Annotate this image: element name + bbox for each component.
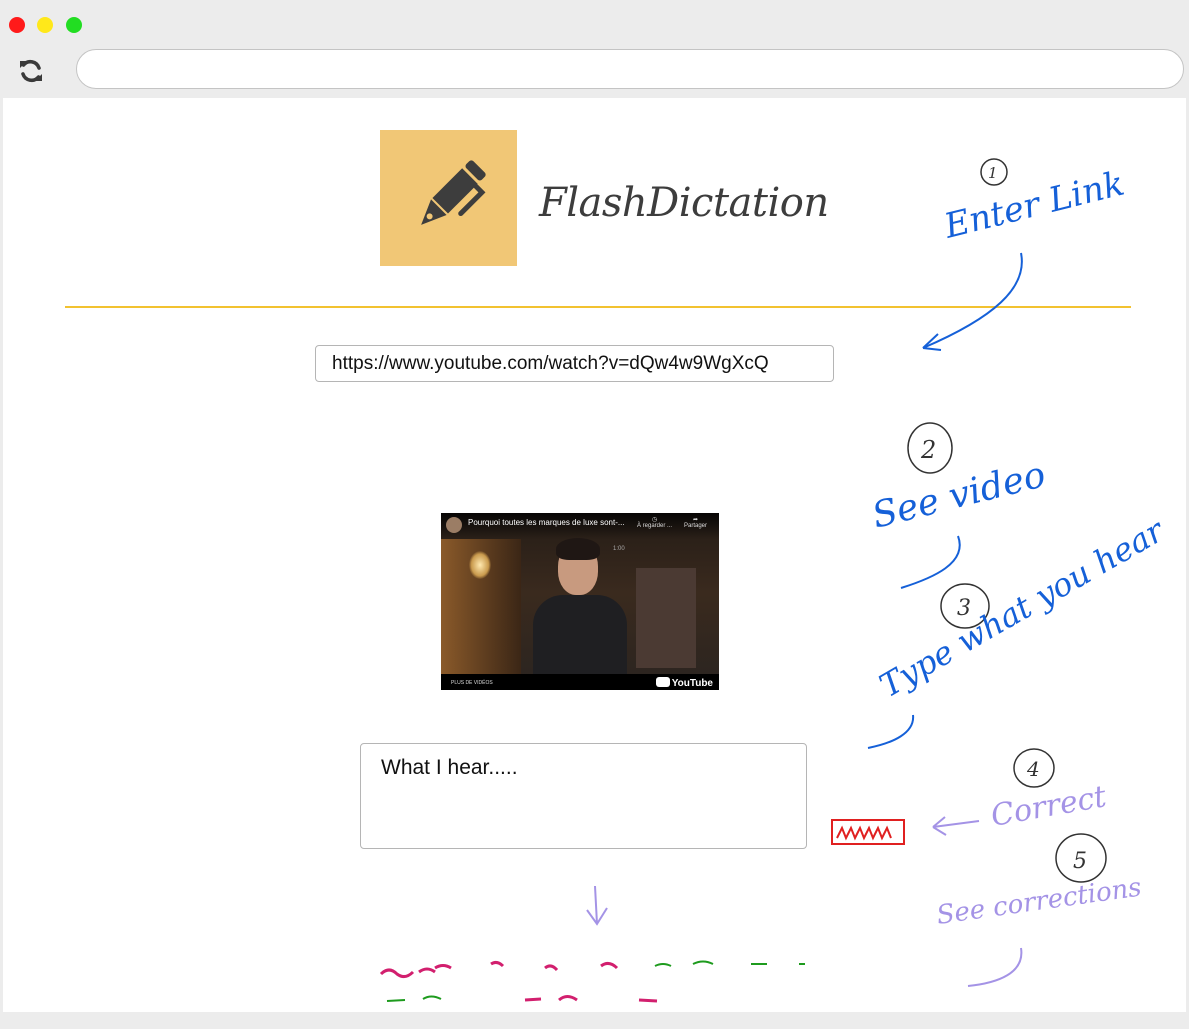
step2-circle xyxy=(907,422,953,474)
correct-button-scribble xyxy=(836,825,892,841)
youtube-icon xyxy=(655,677,670,687)
video-title[interactable]: Pourquoi toutes les marques de luxe sont… xyxy=(468,518,625,527)
step1-circle xyxy=(980,158,1008,186)
step2-number: 2 xyxy=(920,436,936,464)
correction-errors-line2 xyxy=(524,995,658,1003)
close-window-button[interactable] xyxy=(9,17,25,33)
browser-bottom-edge xyxy=(0,1012,1189,1029)
step4-number: 4 xyxy=(1026,757,1040,781)
step4-note: Correct xyxy=(988,779,1110,834)
dictation-answer-field[interactable] xyxy=(360,743,807,849)
step4-circle xyxy=(1013,748,1055,788)
correct-button-sketch xyxy=(831,819,905,845)
step5-circle xyxy=(1055,833,1107,883)
step3-number: 3 xyxy=(957,596,971,621)
down-arrow xyxy=(586,885,608,926)
step3-circle xyxy=(940,583,990,629)
video-link-input[interactable] xyxy=(315,345,834,382)
share-button[interactable]: ➦ Partager xyxy=(684,516,707,529)
youtube-logo[interactable]: YouTube xyxy=(655,677,713,689)
step4-arrow xyxy=(932,816,980,836)
app-title: FlashDictation xyxy=(539,180,829,226)
youtube-label: YouTube xyxy=(671,678,713,689)
video-player[interactable]: Pourquoi toutes les marques de luxe sont… xyxy=(441,513,719,690)
video-person-hair xyxy=(556,538,600,560)
video-shelf xyxy=(636,568,696,668)
video-time-badge: 1:00 xyxy=(613,546,625,552)
step1-arrow xyxy=(922,252,1023,349)
correction-ok-line1 xyxy=(654,960,805,967)
share-label: Partager xyxy=(684,523,708,529)
page-content: FlashDictation Pourquoi toutes les marqu… xyxy=(3,98,1186,1012)
pen-icon xyxy=(421,160,486,225)
step2-arrow xyxy=(900,535,961,589)
clock-icon: ◷ xyxy=(651,517,658,523)
minimize-window-button[interactable] xyxy=(37,17,53,33)
more-videos-link[interactable]: PLUS DE VIDÉOS xyxy=(451,680,493,686)
correction-ok-line2 xyxy=(386,995,442,1002)
video-lamp xyxy=(469,551,491,579)
step3-arrow xyxy=(867,714,915,749)
header-divider xyxy=(65,306,1131,308)
step2-note: See video xyxy=(868,454,1049,537)
step5-arrow xyxy=(967,947,1023,987)
maximize-window-button[interactable] xyxy=(66,17,82,33)
watch-later-label: À regarder ... xyxy=(637,523,673,529)
step5-note: See corrections xyxy=(935,873,1144,931)
step1-note: Enter Link xyxy=(940,164,1129,247)
browser-chrome xyxy=(0,0,1189,98)
correction-errors-line1 xyxy=(379,960,619,979)
address-bar[interactable] xyxy=(76,49,1184,89)
logo xyxy=(380,130,517,266)
step1-number: 1 xyxy=(988,164,998,182)
step3-note: Type what you hear xyxy=(873,511,1172,705)
channel-avatar[interactable] xyxy=(446,517,462,533)
refresh-icon[interactable] xyxy=(17,57,45,85)
watch-later-button[interactable]: ◷ À regarder ... xyxy=(637,516,672,529)
share-icon: ➦ xyxy=(692,517,699,523)
step5-number: 5 xyxy=(1073,849,1087,874)
step1-arrowhead xyxy=(922,333,942,351)
